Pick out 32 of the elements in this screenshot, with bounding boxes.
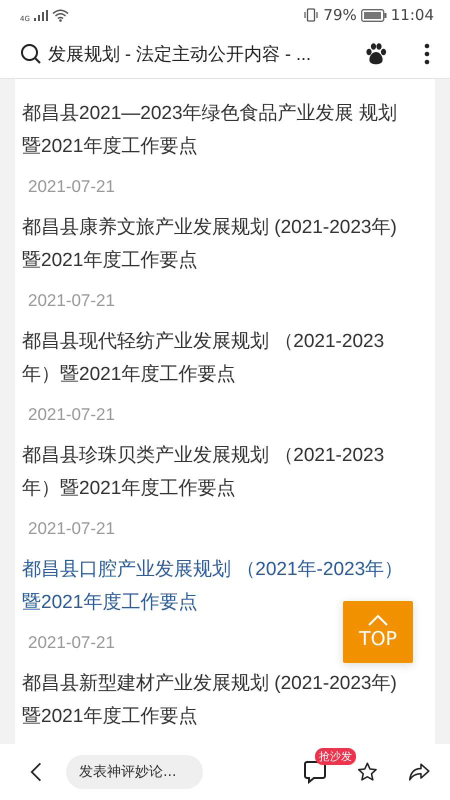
article-title-line[interactable]: 都昌县新型建材产业发展规划 (2021-2023年) <box>22 667 397 700</box>
back-icon[interactable] <box>30 760 42 784</box>
article-date: 2021-07-21 <box>27 290 115 312</box>
article-date: 2021-07-21 <box>27 632 115 654</box>
comment-badge: 抢沙发 <box>314 748 356 765</box>
article-date: 2021-07-21 <box>27 518 115 540</box>
search-icon[interactable] <box>20 43 42 65</box>
article-title-line[interactable]: 年）暨2021年度工作要点 <box>22 472 236 505</box>
vibrate-icon <box>303 8 320 22</box>
article-title-line[interactable]: 暨2021年度工作要点 <box>22 244 198 277</box>
article-title-line[interactable]: 暨2021年度工作要点 <box>22 586 198 619</box>
comment-icon[interactable] <box>302 760 327 784</box>
article-title-line[interactable]: 都昌县现代轻纺产业发展规划 （2021-2023 <box>22 325 384 358</box>
signal-icon <box>34 10 48 20</box>
article-title-line[interactable]: 都昌县2021—2023年绿色食品产业发展 规划 <box>22 97 397 130</box>
article-date: 2021-07-21 <box>27 176 115 198</box>
chevron-up-icon <box>367 614 389 626</box>
article-title-line[interactable]: 都昌县口腔产业发展规划 （2021年-2023年） <box>22 553 404 586</box>
article-title-line[interactable]: 都昌县珍珠贝类产业发展规划 （2021-2023 <box>22 439 384 472</box>
wifi-icon <box>52 8 69 22</box>
clock-time: 11:04 <box>390 6 434 24</box>
battery-icon <box>360 8 387 22</box>
article-date: 2021-07-21 <box>27 404 115 426</box>
more-icon[interactable] <box>424 43 430 65</box>
paw-icon[interactable] <box>364 42 388 66</box>
battery-percent: 79% <box>323 6 357 24</box>
article-title-line[interactable]: 暨2021年度工作要点 <box>22 700 198 733</box>
comment-field[interactable]: 发表神评妙论... <box>66 755 203 789</box>
article-title-line[interactable]: 年）暨2021年度工作要点 <box>22 358 236 391</box>
page-title[interactable]: 发展规划 - 法定主动公开内容 - ... <box>48 42 358 66</box>
article-title-line[interactable]: 暨2021年度工作要点 <box>22 130 198 163</box>
article-title-line[interactable]: 都昌县康养文旅产业发展规划 (2021-2023年) <box>22 211 397 244</box>
